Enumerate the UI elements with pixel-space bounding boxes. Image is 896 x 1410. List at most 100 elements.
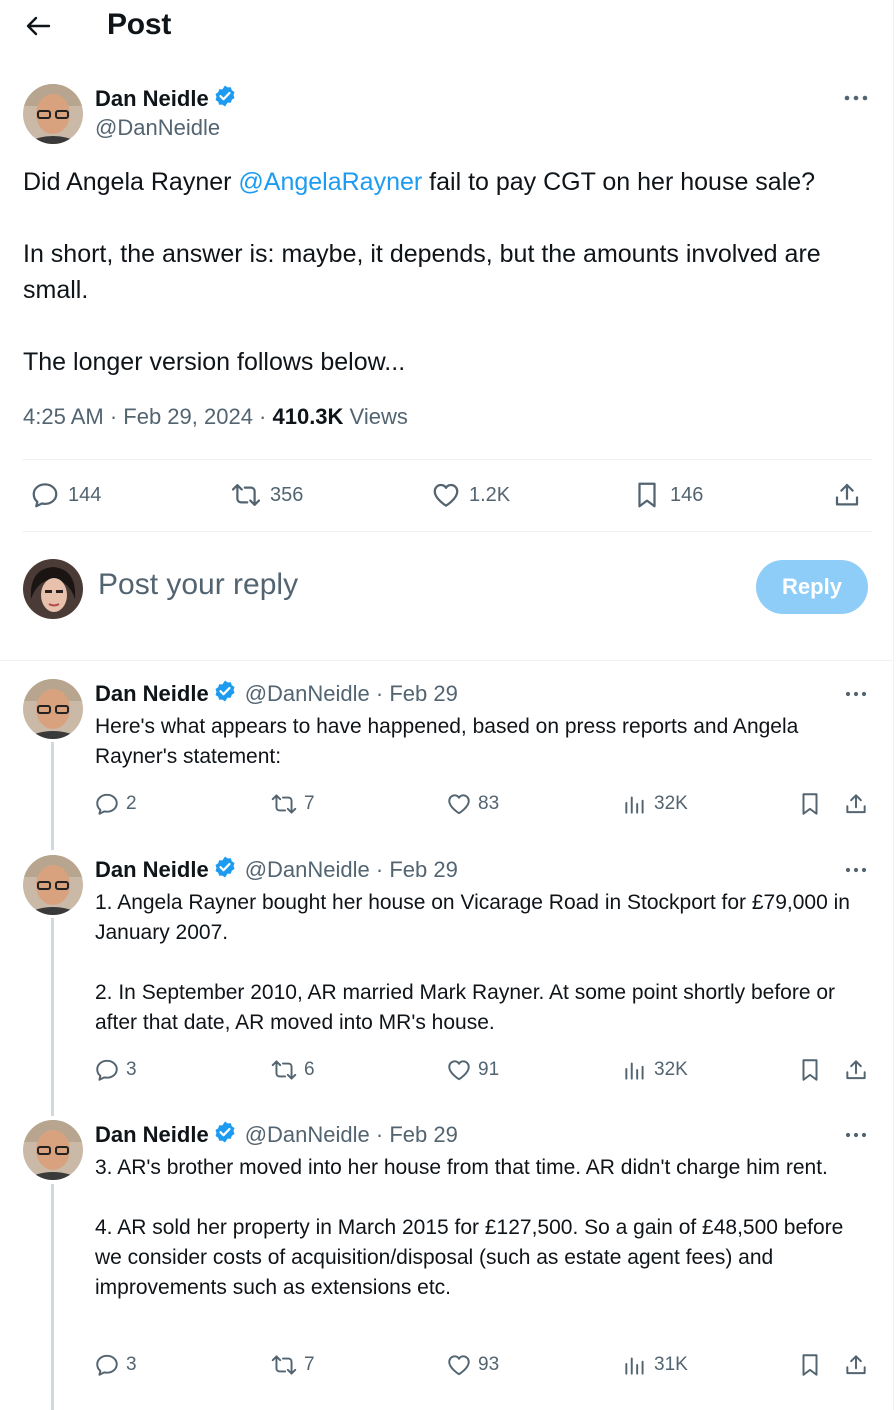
user-avatar[interactable] [23, 559, 83, 619]
post-text-part: fail to pay CGT on her house sale? [422, 168, 816, 196]
thread-repost-button[interactable]: 7 [270, 1352, 315, 1378]
more-icon[interactable] [841, 860, 871, 880]
thread-line [51, 1184, 54, 1410]
divider [0, 660, 894, 661]
thread-author-name[interactable]: Dan Neidle [95, 681, 209, 707]
like-count: 93 [478, 1354, 500, 1375]
thread-views-button[interactable]: 32K [622, 1057, 688, 1083]
thread-share-button[interactable] [843, 1352, 869, 1378]
bookmark-icon [632, 480, 662, 510]
thread-share-button[interactable] [843, 791, 869, 817]
divider [22, 459, 872, 460]
thread-like-button[interactable]: 83 [446, 791, 499, 817]
thread-reply-button[interactable]: 2 [94, 791, 137, 817]
post-paragraph-2: In short, the answer is: maybe, it depen… [23, 240, 821, 304]
author-handle[interactable]: @DanNeidle [95, 115, 220, 141]
thread-author-name[interactable]: Dan Neidle [95, 857, 209, 883]
more-icon[interactable] [841, 88, 871, 108]
thread-line [51, 918, 54, 1116]
thread-like-button[interactable]: 93 [446, 1352, 499, 1378]
back-arrow-icon[interactable] [24, 12, 52, 40]
post-page: Post Dan Neidle @DanNeidle Did Angela Ra… [0, 0, 894, 1410]
thread-handle-date[interactable]: @DanNeidle · Feb 29 [245, 1122, 458, 1148]
like-icon [431, 480, 461, 510]
thread-repost-button[interactable]: 6 [270, 1057, 315, 1083]
like-icon [446, 1057, 472, 1083]
repost-icon [270, 791, 298, 817]
thread-views-button[interactable]: 32K [622, 791, 688, 817]
thread-header: Dan Neidle @DanNeidle · Feb 29 [95, 1120, 458, 1149]
thread-reply-button[interactable]: 3 [94, 1352, 137, 1378]
post-timestamp[interactable]: 4:25 AM · Feb 29, 2024 · [23, 404, 272, 429]
reply-icon [94, 791, 120, 817]
share-icon [843, 1352, 869, 1378]
views-count: 410.3K [272, 404, 344, 429]
page-title: Post [107, 8, 172, 41]
reply-submit-button[interactable]: Reply [756, 560, 868, 614]
reply-count: 2 [126, 793, 137, 814]
reply-icon [94, 1352, 120, 1378]
repost-count: 356 [270, 483, 304, 506]
thread-bookmark-button[interactable] [797, 1057, 823, 1083]
repost-button[interactable]: 356 [230, 480, 303, 510]
reply-count: 3 [126, 1354, 137, 1375]
verified-badge-icon [213, 84, 237, 113]
thread-repost-button[interactable]: 7 [270, 791, 315, 817]
thread-handle-date[interactable]: @DanNeidle · Feb 29 [245, 681, 458, 707]
post-meta: 4:25 AM · Feb 29, 2024 · 410.3K Views [23, 404, 408, 430]
thread-views-button[interactable]: 31K [622, 1352, 688, 1378]
author-name-row[interactable]: Dan Neidle [95, 84, 237, 113]
share-button[interactable] [832, 480, 862, 510]
reply-count: 3 [126, 1059, 137, 1080]
repost-icon [270, 1352, 298, 1378]
thread-bookmark-button[interactable] [797, 791, 823, 817]
views-count: 31K [654, 1354, 688, 1375]
repost-icon [230, 480, 262, 510]
share-icon [843, 791, 869, 817]
views-icon [622, 791, 648, 817]
thread-bookmark-button[interactable] [797, 1352, 823, 1378]
more-icon[interactable] [841, 1125, 871, 1145]
thread-paragraph: 4. AR sold her property in March 2015 fo… [95, 1216, 844, 1299]
reply-count: 144 [68, 483, 102, 506]
like-icon [446, 791, 472, 817]
repost-count: 6 [304, 1059, 315, 1080]
verified-badge-icon [213, 1120, 237, 1149]
share-icon [832, 480, 862, 510]
reply-button[interactable]: 144 [30, 480, 101, 510]
bookmark-button[interactable]: 146 [632, 480, 703, 510]
reply-icon [94, 1057, 120, 1083]
thread-reply-button[interactable]: 3 [94, 1057, 137, 1083]
thread-like-button[interactable]: 91 [446, 1057, 499, 1083]
thread-avatar[interactable] [23, 1120, 83, 1180]
like-count: 83 [478, 793, 500, 814]
thread-author-name[interactable]: Dan Neidle [95, 1122, 209, 1148]
like-icon [446, 1352, 472, 1378]
views-icon [622, 1352, 648, 1378]
bookmark-count: 146 [670, 483, 704, 506]
mention-link[interactable]: @AngelaRayner [238, 168, 422, 196]
author-name[interactable]: Dan Neidle [95, 86, 209, 112]
thread-text: 1. Angela Rayner bought her house on Vic… [95, 888, 875, 1038]
thread-paragraph: 2. In September 2010, AR married Mark Ra… [95, 981, 836, 1034]
thread-avatar[interactable] [23, 855, 83, 915]
thread-paragraph: 3. AR's brother moved into her house fro… [95, 1156, 828, 1179]
thread-header: Dan Neidle @DanNeidle · Feb 29 [95, 855, 458, 884]
bookmark-icon [797, 791, 823, 817]
more-icon[interactable] [841, 684, 871, 704]
thread-share-button[interactable] [843, 1057, 869, 1083]
author-avatar[interactable] [23, 84, 83, 144]
reply-input[interactable]: Post your reply [98, 568, 298, 602]
views-count: 32K [654, 1059, 688, 1080]
thread-handle-date[interactable]: @DanNeidle · Feb 29 [245, 857, 458, 883]
like-count: 91 [478, 1059, 500, 1080]
share-icon [843, 1057, 869, 1083]
thread-avatar[interactable] [23, 679, 83, 739]
like-button[interactable]: 1.2K [431, 480, 510, 510]
views-icon [622, 1057, 648, 1083]
post-paragraph-3: The longer version follows below... [23, 348, 406, 376]
thread-text: Here's what appears to have happened, ba… [95, 712, 875, 772]
post-text: Did Angela Rayner @AngelaRayner fail to … [23, 164, 873, 380]
post-paragraph-1: Did Angela Rayner @AngelaRayner fail to … [23, 164, 873, 200]
thread-line [51, 742, 54, 850]
